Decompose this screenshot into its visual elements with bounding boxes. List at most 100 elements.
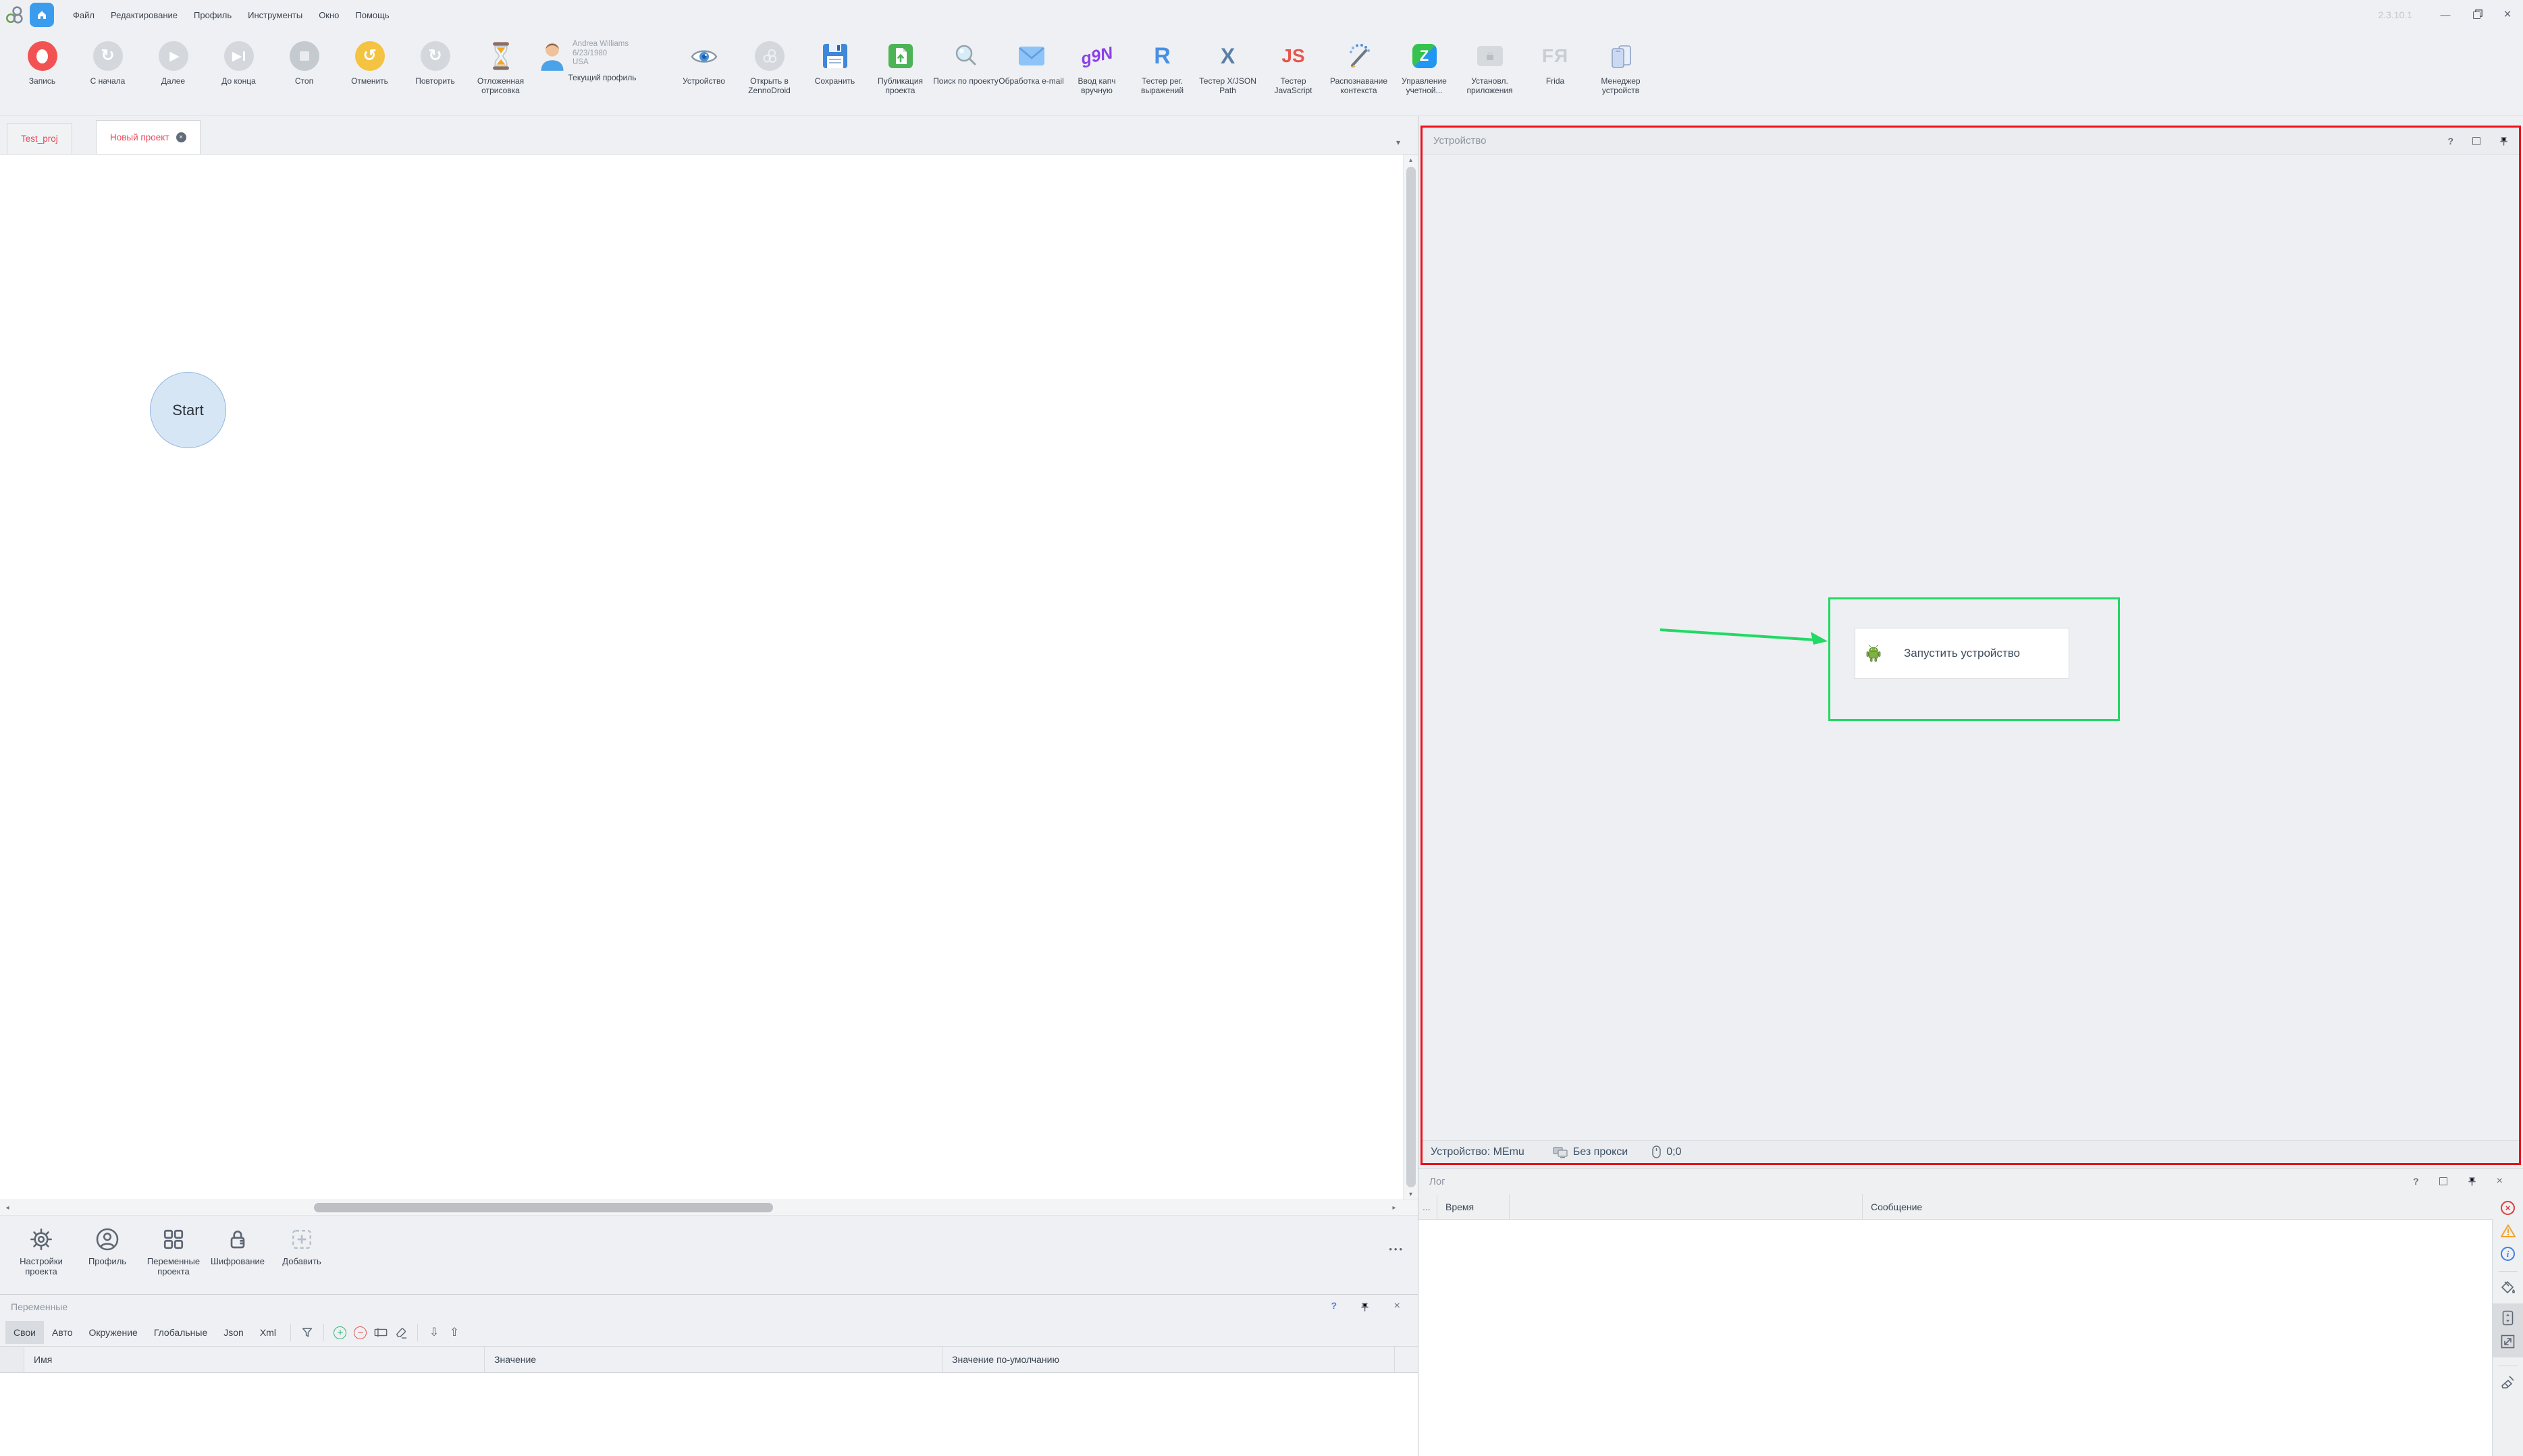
close-button[interactable]: ×	[2492, 0, 2523, 30]
menu-file[interactable]: Файл	[65, 10, 103, 20]
filter-button[interactable]	[297, 1322, 317, 1343]
filter-warnings-button[interactable]	[2500, 1224, 2516, 1238]
log-col-time[interactable]: Время	[1437, 1194, 1510, 1219]
toolbar-publish-project[interactable]: Публикация проекта	[868, 38, 933, 95]
toolbar-project-search[interactable]: Поиск по проекту	[933, 38, 999, 86]
toolbar-email-processing[interactable]: Обработка e-mail	[999, 38, 1064, 86]
log-table-body[interactable]	[1418, 1220, 2493, 1456]
clear-log-button[interactable]	[2500, 1280, 2516, 1295]
toolbar-account-management[interactable]: Z Управление учетной...	[1391, 38, 1457, 95]
vars-col-select[interactable]	[0, 1347, 24, 1372]
move-up-button[interactable]: ⇧	[444, 1322, 464, 1343]
minimize-button[interactable]: —	[2430, 0, 2461, 30]
clean-button[interactable]	[2500, 1375, 2516, 1390]
log-col-dots[interactable]: ...	[1418, 1194, 1437, 1219]
pin-icon[interactable]	[2499, 136, 2508, 146]
project-variables-button[interactable]: Переменные проекта	[140, 1225, 207, 1276]
vars-col-name[interactable]: Имя	[24, 1347, 485, 1372]
toolbar-next[interactable]: ▶ Далее	[140, 38, 206, 86]
remove-variable-button[interactable]: −	[350, 1322, 371, 1343]
toolbar-regex-tester[interactable]: R Тестер рег. выражений	[1130, 38, 1195, 95]
clear-variable-button[interactable]	[391, 1322, 411, 1343]
toolbar-device-manager[interactable]: Менеджер устройств	[1588, 38, 1653, 95]
toolbar-frida[interactable]: FЯ Frida	[1522, 38, 1588, 86]
canvas-vertical-scrollbar[interactable]: ▴ ▾	[1403, 155, 1418, 1199]
autoscroll-button[interactable]	[2502, 1310, 2514, 1326]
menu-profile[interactable]: Профиль	[186, 10, 240, 20]
filter-info-button[interactable]: i	[2501, 1247, 2515, 1261]
toolbar-redo[interactable]: ↻ Повторить	[402, 38, 468, 86]
more-actions-icon[interactable]: •••	[1389, 1244, 1404, 1254]
scroll-right-icon[interactable]: ▸	[1387, 1200, 1402, 1215]
toolbar-current-profile[interactable]: Andrea Williams 6/23/1980 USA Текущий пр…	[533, 38, 671, 82]
maximize-button[interactable]	[2461, 0, 2492, 30]
proxy-status-text: Без прокси	[1573, 1146, 1628, 1158]
profile-button[interactable]: Профиль	[74, 1225, 140, 1266]
close-panel-icon[interactable]: ×	[2497, 1176, 2503, 1187]
project-settings-button[interactable]: Настройки проекта	[8, 1225, 74, 1276]
expand-button[interactable]	[2501, 1334, 2515, 1349]
toolbar-record[interactable]: Запись	[9, 38, 75, 86]
add-button[interactable]: Добавить	[269, 1225, 335, 1266]
toolbar-stop[interactable]: Стоп	[271, 38, 337, 86]
maximize-panel-icon[interactable]	[2439, 1177, 2447, 1185]
encryption-button[interactable]: Шифрование	[207, 1225, 269, 1266]
toolbar-js-tester[interactable]: JS Тестер JavaScript	[1260, 38, 1326, 95]
tab-new-project[interactable]: Новый проект ×	[96, 120, 201, 154]
scroll-up-icon[interactable]: ▴	[1409, 155, 1412, 165]
tab-test-proj[interactable]: Test_proj	[7, 123, 72, 154]
publish-icon	[888, 43, 913, 69]
vertical-scroll-thumb[interactable]	[1406, 167, 1416, 1187]
variables-panel-title: Переменные	[11, 1301, 68, 1312]
launch-device-button[interactable]: Запустить устройство	[1855, 628, 2069, 679]
toolbar-manual-captcha[interactable]: g9N Ввод капч вручную	[1064, 38, 1130, 95]
installed-apps-icon	[1477, 46, 1503, 66]
tab-close-icon[interactable]: ×	[176, 132, 186, 142]
home-button[interactable]	[30, 3, 54, 27]
horizontal-scroll-thumb[interactable]	[314, 1203, 773, 1212]
toolbar-save[interactable]: Сохранить	[802, 38, 868, 86]
toolbar-undo[interactable]: ↺ Отменить	[337, 38, 402, 86]
vars-tab-environment[interactable]: Окружение	[81, 1321, 146, 1344]
vars-tab-auto[interactable]: Авто	[44, 1321, 81, 1344]
vars-tab-json[interactable]: Json	[215, 1321, 252, 1344]
play-icon: ▶	[159, 41, 188, 71]
toolbar-device[interactable]: Устройство	[671, 38, 737, 86]
toolbar-installed-apps[interactable]: Установл. приложения	[1457, 38, 1522, 95]
vars-tab-own[interactable]: Свои	[5, 1321, 44, 1344]
menu-tools[interactable]: Инструменты	[240, 10, 311, 20]
toolbar-deferred-render[interactable]: Отложенная отрисовка	[468, 38, 533, 95]
maximize-panel-icon[interactable]	[2472, 137, 2480, 145]
vars-col-default[interactable]: Значение по-умолчанию	[942, 1347, 1395, 1372]
menu-help[interactable]: Помощь	[347, 10, 397, 20]
scroll-down-icon[interactable]: ▾	[1409, 1189, 1412, 1199]
filter-errors-button[interactable]: ×	[2501, 1201, 2515, 1215]
pin-icon[interactable]	[1360, 1302, 1369, 1312]
canvas-horizontal-scrollbar[interactable]: ◂ ▸	[0, 1199, 1418, 1215]
help-icon[interactable]: ?	[2413, 1177, 2419, 1186]
project-canvas[interactable]: Start ▴ ▾	[0, 154, 1418, 1199]
tab-list-dropdown-icon[interactable]: ▾	[1396, 138, 1400, 147]
scroll-left-icon[interactable]: ◂	[0, 1200, 15, 1215]
menu-edit[interactable]: Редактирование	[103, 10, 186, 20]
vars-tab-xml[interactable]: Xml	[252, 1321, 284, 1344]
pin-icon[interactable]	[2468, 1177, 2476, 1186]
help-icon[interactable]: ?	[2447, 136, 2453, 146]
help-icon[interactable]: ?	[1331, 1300, 1337, 1311]
variables-table-body[interactable]	[0, 1373, 1418, 1456]
toolbar-to-end[interactable]: ▶ До конца	[206, 38, 271, 86]
toolbar-context-recognition[interactable]: Распознавание контекста	[1326, 38, 1391, 95]
rename-variable-button[interactable]	[371, 1322, 391, 1343]
start-node[interactable]: Start	[150, 372, 226, 448]
toolbar-xjson-tester[interactable]: X Тестер X/JSON Path	[1195, 38, 1260, 95]
vars-tab-global[interactable]: Глобальные	[146, 1321, 215, 1344]
close-panel-icon[interactable]: ×	[1394, 1300, 1400, 1312]
toolbar-open-in-zennodroid[interactable]: Открыть в ZennoDroid	[737, 38, 802, 95]
log-col-message[interactable]: Сообщение	[1863, 1194, 2493, 1219]
add-variable-button[interactable]: +	[330, 1322, 350, 1343]
move-down-button[interactable]: ⇩	[424, 1322, 444, 1343]
add-dashed-icon	[290, 1227, 314, 1251]
menu-window[interactable]: Окно	[311, 10, 347, 20]
vars-col-value[interactable]: Значение	[485, 1347, 942, 1372]
toolbar-restart[interactable]: ↻ С начала	[75, 38, 140, 86]
